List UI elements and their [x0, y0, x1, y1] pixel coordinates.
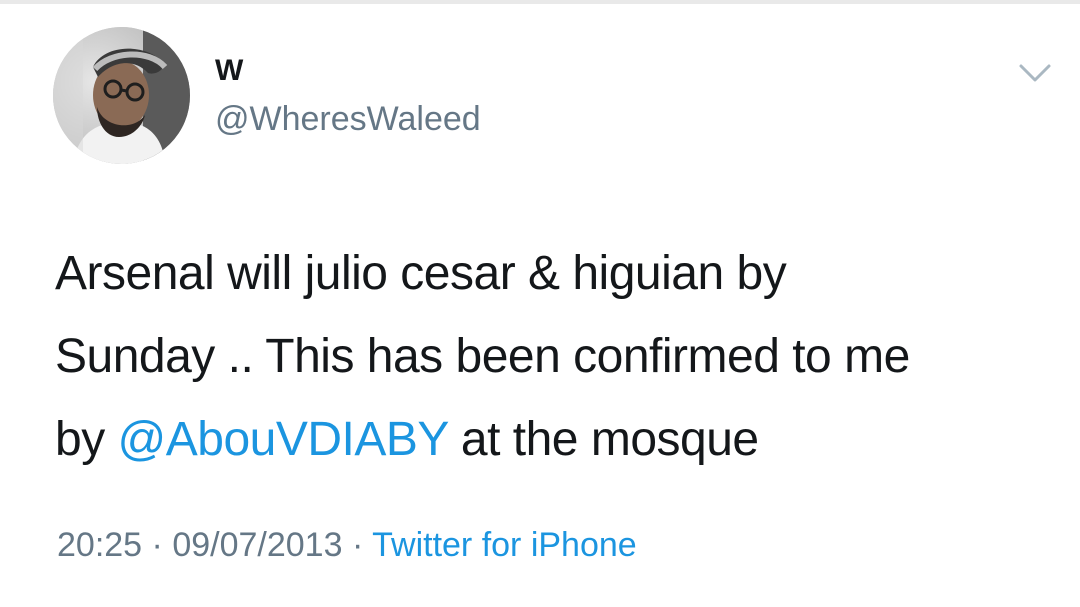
tweet-text: Arsenal will julio cesar & higuian by Su… [55, 232, 1045, 481]
tweet-card: W @WheresWaleed Arsenal will julio cesar… [0, 0, 1080, 607]
tweet-source-link[interactable]: Twitter for iPhone [372, 526, 637, 564]
tweet-text-segment: at the mosque [448, 413, 759, 466]
display-name[interactable]: W [215, 54, 243, 88]
tweet-meta: 20:25 · 09/07/2013 · Twitter for iPhone [57, 523, 637, 567]
tweet-text-segment: by [55, 413, 118, 466]
tweet-text-line: Arsenal will julio cesar & higuian by [55, 247, 787, 300]
meta-separator: · [151, 526, 163, 564]
tweet-time[interactable]: 20:25 [57, 526, 142, 564]
mention-link[interactable]: @AbouVDIABY [118, 413, 449, 466]
avatar[interactable] [53, 27, 190, 164]
tweet-date[interactable]: 09/07/2013 [172, 526, 342, 564]
tweet-text-line: by @AbouVDIABY at the mosque [55, 398, 1045, 481]
meta-separator: · [351, 526, 364, 564]
tweet-text-line: Sunday .. This has been confirmed to me [55, 330, 910, 383]
avatar-photo [53, 27, 190, 164]
user-handle[interactable]: @WheresWaleed [215, 99, 481, 139]
chevron-down-icon[interactable] [1018, 60, 1052, 86]
